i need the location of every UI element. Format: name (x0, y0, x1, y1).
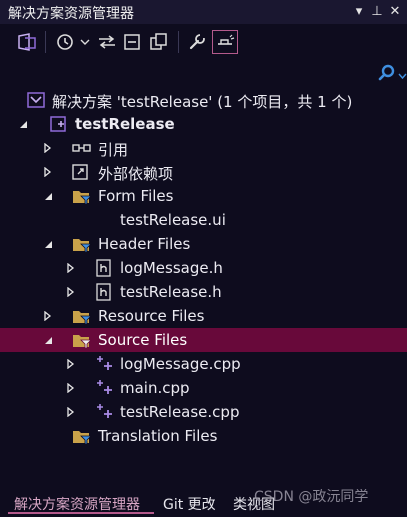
solution-label: 解决方案 'testRelease' (1 个项目，共 1 个) (52, 93, 353, 111)
expanded-arrow-icon[interactable] (16, 112, 30, 136)
tree-row-ui-file[interactable]: testRelease.ui (0, 208, 407, 232)
close-icon[interactable]: ✕ (387, 2, 403, 22)
header-file-label: logMessage.h (120, 259, 223, 277)
sync-with-active-document-icon[interactable] (96, 30, 118, 54)
expanded-arrow-icon[interactable] (41, 184, 55, 208)
filter-folder-icon (72, 187, 92, 205)
tab-git-changes[interactable]: Git 更改 (163, 494, 216, 514)
source-file-label: logMessage.cpp (120, 355, 241, 373)
tree-row-source-file[interactable]: main.cpp (0, 376, 407, 400)
ui-file-label: testRelease.ui (120, 211, 226, 229)
collapsed-arrow-icon[interactable] (41, 160, 55, 184)
panel-title: 解决方案资源管理器 (8, 6, 134, 22)
tab-solution-explorer[interactable]: 解决方案资源管理器 (14, 494, 140, 514)
pending-changes-filter-icon[interactable] (52, 30, 78, 54)
source-file-label: testRelease.cpp (120, 403, 240, 421)
pin-icon[interactable]: ⊥ (369, 2, 385, 22)
tree-row-source-files[interactable]: Source Files (0, 328, 407, 352)
collapsed-arrow-icon[interactable] (64, 256, 78, 280)
watermark-text: CSDN @政沅同学 (254, 489, 369, 505)
collapse-all-icon[interactable] (121, 30, 143, 54)
references-icon (72, 139, 91, 157)
cpp-file-icon (95, 403, 113, 421)
toolbar-separator (178, 31, 179, 53)
tree-row-header-files[interactable]: Header Files (0, 232, 407, 256)
collapsed-arrow-icon[interactable] (64, 376, 78, 400)
source-file-label: main.cpp (120, 379, 190, 397)
tree-row-source-file[interactable]: testRelease.cpp (0, 400, 407, 424)
collapsed-arrow-icon[interactable] (41, 136, 55, 160)
solution-icon (27, 91, 45, 109)
header-files-label: Header Files (98, 235, 191, 253)
header-file-icon (95, 283, 113, 301)
search-icon[interactable] (378, 64, 396, 82)
tree-row-header-file[interactable]: testRelease.h (0, 280, 407, 304)
tree-row-solution[interactable]: 解决方案 'testRelease' (1 个项目，共 1 个) (0, 88, 407, 112)
toolbar-separator (45, 31, 46, 53)
filter-folder-icon (72, 235, 92, 253)
window-position-dropdown[interactable]: ▾ (351, 2, 367, 22)
search-bar (0, 62, 407, 84)
show-all-files-icon[interactable] (148, 30, 170, 54)
header-file-label: testRelease.h (120, 283, 222, 301)
references-label: 引用 (98, 141, 129, 159)
project-icon (50, 115, 68, 133)
collapsed-arrow-icon[interactable] (64, 352, 78, 376)
translation-files-label: Translation Files (98, 427, 218, 445)
header-file-icon (95, 259, 113, 277)
external-dependencies-label: 外部依赖项 (98, 165, 174, 183)
tree-row-resource-files[interactable]: Resource Files (0, 304, 407, 328)
external-dependencies-icon (72, 163, 90, 181)
tree-row-references[interactable]: 引用 (0, 136, 407, 160)
resource-files-label: Resource Files (98, 307, 205, 325)
filter-folder-icon (72, 307, 92, 325)
search-options-dropdown[interactable] (398, 68, 407, 80)
filter-folder-icon (72, 331, 92, 349)
tree-row-translation-files[interactable]: Translation Files (0, 424, 407, 448)
cpp-file-icon (95, 355, 113, 373)
source-files-label: Source Files (98, 331, 188, 349)
active-tab-indicator (8, 512, 154, 514)
tree-row-form-files[interactable]: Form Files (0, 184, 407, 208)
chevron-down-icon[interactable] (79, 30, 91, 54)
properties-wrench-icon[interactable] (186, 30, 208, 54)
expanded-arrow-icon[interactable] (41, 232, 55, 256)
tree-row-header-file[interactable]: logMessage.h (0, 256, 407, 280)
tree-row-external-dependencies[interactable]: 外部依赖项 (0, 160, 407, 184)
filter-folder-icon (72, 427, 92, 445)
collapsed-arrow-icon[interactable] (64, 400, 78, 424)
expanded-arrow-icon[interactable] (41, 328, 55, 352)
form-files-label: Form Files (98, 187, 174, 205)
tree-row-project[interactable]: testRelease (0, 112, 407, 136)
panel-title-bar: 解决方案资源管理器 ▾ ⊥ ✕ (0, 0, 407, 24)
cpp-file-icon (95, 379, 113, 397)
tree-row-source-file[interactable]: logMessage.cpp (0, 352, 407, 376)
switch-views-icon[interactable] (14, 30, 40, 54)
collapsed-arrow-icon[interactable] (41, 304, 55, 328)
collapsed-arrow-icon[interactable] (64, 280, 78, 304)
project-label: testRelease (75, 115, 175, 133)
preview-selected-items-icon[interactable] (212, 30, 238, 54)
